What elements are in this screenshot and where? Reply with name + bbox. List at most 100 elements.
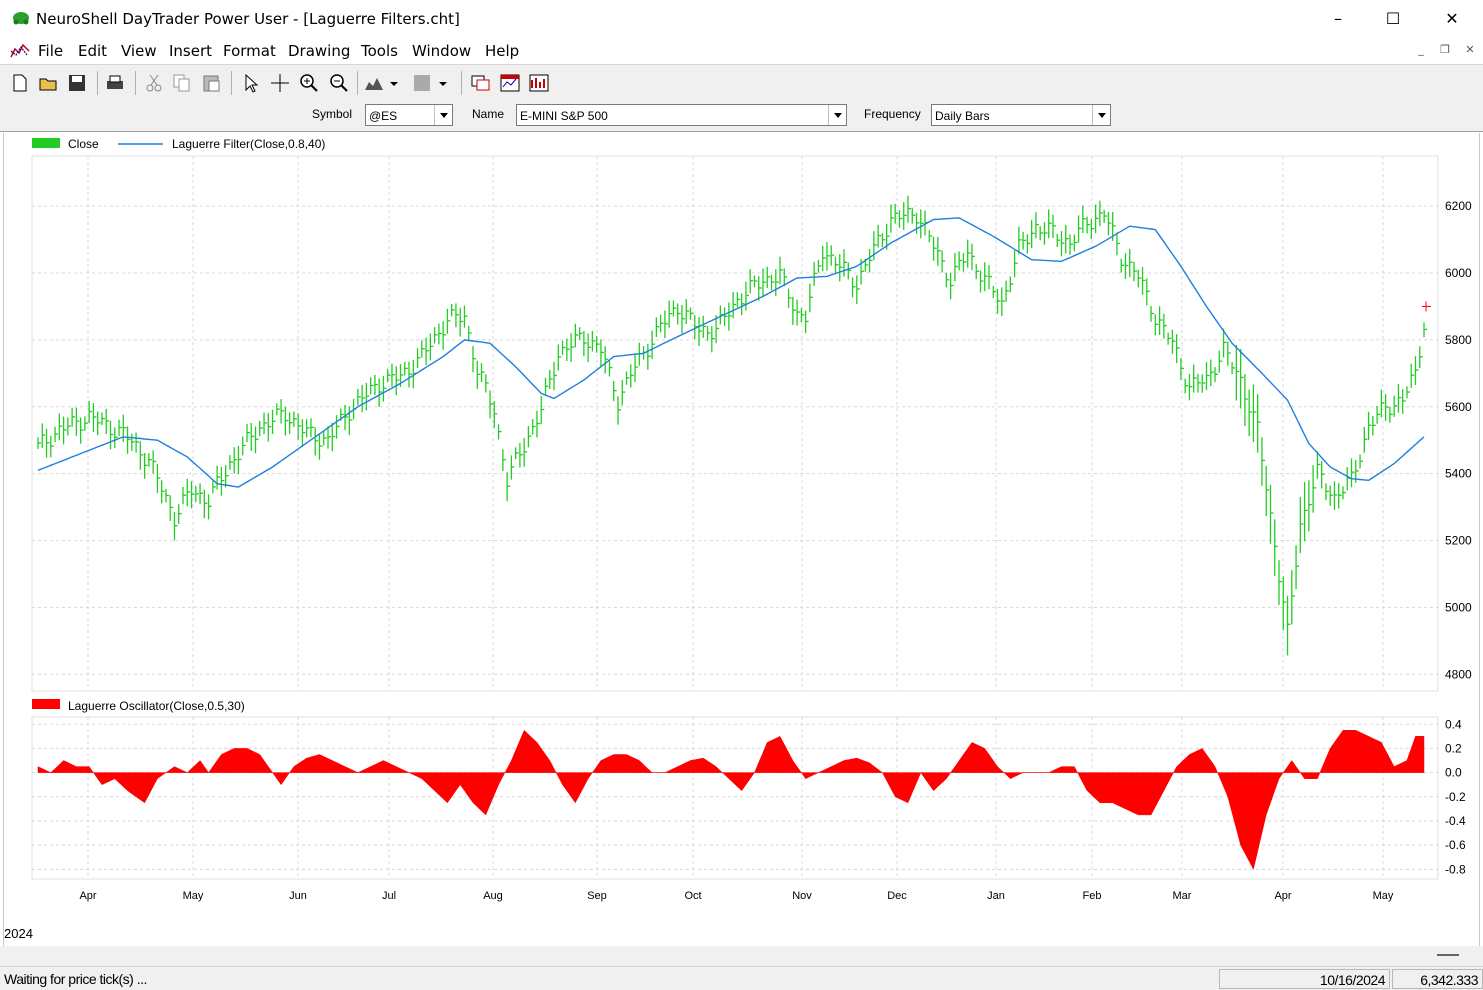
print-icon[interactable] xyxy=(104,72,126,94)
price-bar xyxy=(438,323,442,345)
price-bar xyxy=(1141,267,1146,295)
price-bar xyxy=(839,254,843,282)
menu-view[interactable]: View xyxy=(121,42,157,60)
document-chart-icon[interactable] xyxy=(9,41,31,61)
price-bar xyxy=(1137,269,1142,288)
cut-icon[interactable] xyxy=(143,72,165,94)
price-bar xyxy=(1286,595,1291,656)
price-bar xyxy=(114,427,118,449)
price-bar xyxy=(395,366,400,396)
y-tick-label: -0.6 xyxy=(1445,838,1466,852)
price-bar xyxy=(485,374,489,393)
price-bar xyxy=(421,340,425,358)
price-bar xyxy=(732,291,737,319)
price-bar xyxy=(1423,322,1427,338)
crosshair-icon[interactable] xyxy=(269,72,291,94)
y-tick-label: -0.4 xyxy=(1445,814,1466,828)
price-bar xyxy=(468,325,472,341)
indicator-icon[interactable] xyxy=(528,72,550,94)
frequency-combo[interactable]: Daily Bars xyxy=(931,104,1111,126)
price-bar xyxy=(911,207,916,224)
menu-insert[interactable]: Insert xyxy=(169,42,212,60)
menu-format[interactable]: Format xyxy=(223,42,276,60)
price-bar xyxy=(1402,389,1406,414)
price-bar xyxy=(536,410,540,438)
price-bar xyxy=(1026,234,1031,254)
price-bar xyxy=(1048,209,1052,239)
price-bar xyxy=(1244,374,1248,427)
menu-file[interactable]: File xyxy=(38,42,63,60)
new-icon[interactable] xyxy=(9,72,31,94)
price-bar xyxy=(1031,219,1035,249)
price-bar xyxy=(745,281,749,311)
y-tick-label: 5400 xyxy=(1445,467,1472,481)
price-bar xyxy=(634,353,639,383)
chevron-down-icon[interactable] xyxy=(828,105,846,125)
chart-window-icon[interactable] xyxy=(499,72,521,94)
x-tick-label: Jul xyxy=(382,890,396,902)
menu-window[interactable]: Window xyxy=(412,42,471,60)
mdi-minimize-button[interactable]: _ xyxy=(1412,43,1430,59)
dropdown-icon[interactable] xyxy=(387,72,401,94)
price-bar xyxy=(941,250,946,273)
price-bar xyxy=(915,212,920,234)
pointer-icon[interactable] xyxy=(240,72,262,94)
x-tick-label: Jan xyxy=(987,890,1005,902)
legend-label-oscillator: Laguerre Oscillator(Close,0.5,30) xyxy=(68,699,245,713)
mdi-restore-button[interactable]: ❐ xyxy=(1436,43,1454,59)
price-bar xyxy=(928,230,933,243)
menu-edit[interactable]: Edit xyxy=(78,42,107,60)
chevron-down-icon[interactable] xyxy=(434,105,452,125)
status-message: Waiting for price tick(s) ... xyxy=(4,971,147,987)
save-icon[interactable] xyxy=(66,72,88,94)
horizontal-scrollbar[interactable] xyxy=(0,946,1483,966)
open-icon[interactable] xyxy=(37,72,59,94)
close-button[interactable]: ✕ xyxy=(1440,8,1464,30)
copy-icon[interactable] xyxy=(171,72,193,94)
maximize-button[interactable]: ☐ xyxy=(1381,8,1405,30)
price-bar xyxy=(216,465,221,490)
mdi-close-button[interactable]: ✕ xyxy=(1461,43,1479,59)
price-bar xyxy=(165,488,169,503)
menu-drawing[interactable]: Drawing xyxy=(288,42,350,60)
price-bar xyxy=(451,303,455,317)
window-icon[interactable] xyxy=(470,72,492,94)
price-bar xyxy=(809,283,813,313)
zoom-in-icon[interactable] xyxy=(298,72,320,94)
price-bar xyxy=(792,296,796,325)
price-bar xyxy=(681,304,685,334)
price-bar xyxy=(75,407,80,436)
price-bar xyxy=(1299,497,1304,554)
price-bar xyxy=(246,423,250,443)
price-bar xyxy=(408,361,413,388)
dropdown-icon[interactable] xyxy=(436,72,450,94)
price-bar xyxy=(1124,253,1129,280)
zoom-out-icon[interactable] xyxy=(328,72,350,94)
paste-icon[interactable] xyxy=(200,72,222,94)
scroll-thumb[interactable] xyxy=(1437,954,1459,956)
name-combo[interactable]: E-MINI S&P 500 xyxy=(516,104,847,126)
minimize-button[interactable]: – xyxy=(1326,8,1350,30)
price-bar xyxy=(161,480,165,504)
menu-tools[interactable]: Tools xyxy=(361,42,398,60)
price-bar xyxy=(88,400,93,424)
chevron-down-icon[interactable] xyxy=(1092,105,1110,125)
toolbar xyxy=(0,64,1483,100)
chart-type-icon[interactable] xyxy=(363,72,385,94)
price-bar xyxy=(843,249,848,277)
chart-canvas[interactable]: Close Laguerre Filter(Close,0.8,40) Laguer… xyxy=(0,133,1483,946)
price-bar xyxy=(600,339,604,367)
price-bar xyxy=(561,340,566,355)
menu-help[interactable]: Help xyxy=(485,42,519,60)
price-bar xyxy=(497,424,502,440)
pattern-icon[interactable] xyxy=(411,72,433,94)
title-bar: NeuroShell DayTrader Power User - [Lague… xyxy=(0,0,1483,38)
symbol-combo[interactable]: @ES xyxy=(365,104,453,126)
x-tick-label: Apr xyxy=(1274,890,1291,902)
price-bar xyxy=(984,262,988,292)
price-bar xyxy=(1274,519,1278,576)
price-bar xyxy=(1099,200,1103,227)
price-bar xyxy=(126,426,131,454)
price-bar xyxy=(1239,349,1244,409)
price-bar xyxy=(92,403,97,432)
